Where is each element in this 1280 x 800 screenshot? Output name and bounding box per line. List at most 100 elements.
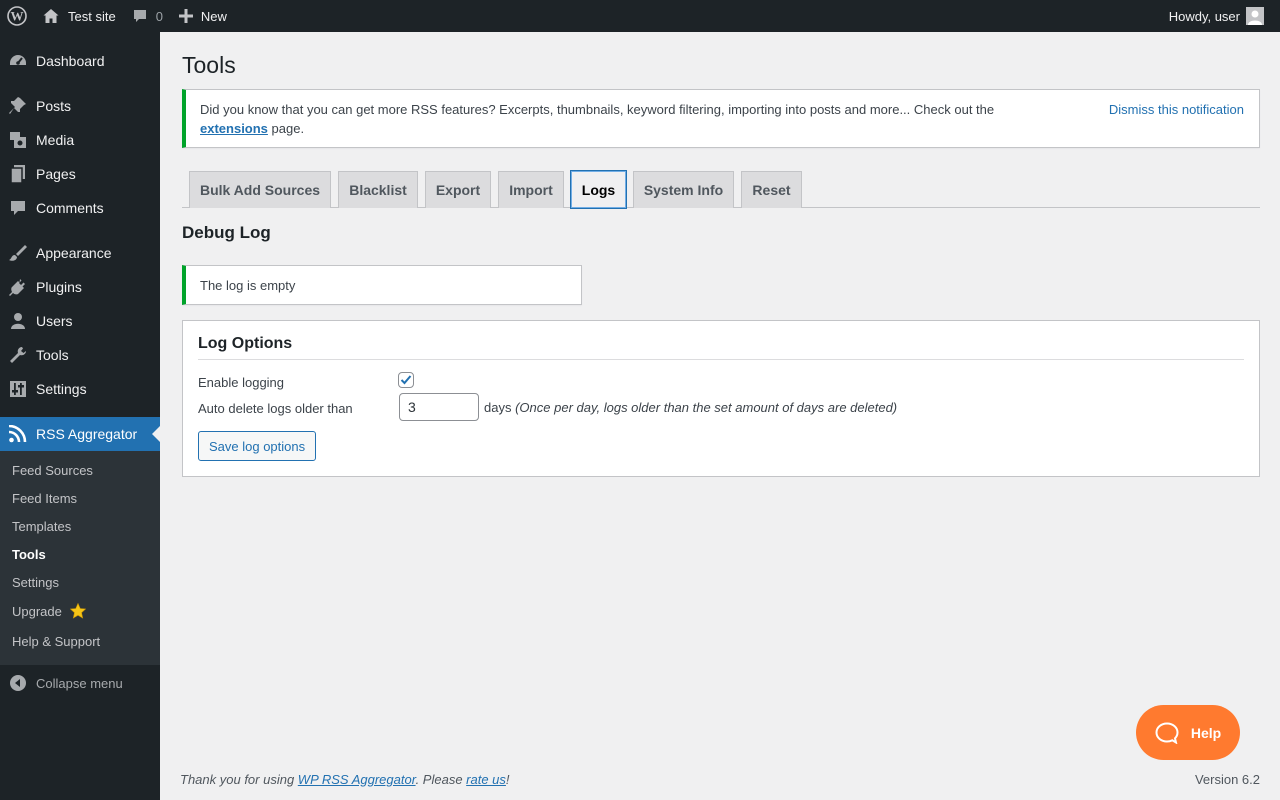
submenu-item-upgrade[interactable]: Upgrade [12,603,86,619]
sidebar-item-label: Plugins [36,279,82,295]
pin-icon [8,97,28,115]
plus-icon [178,9,193,23]
promo-message: Did you know that you can get more RSS f… [200,100,1020,138]
wordpress-logo-icon: W [7,6,27,26]
sidebar-item-label: Users [36,313,73,329]
submenu-item-label: Settings [12,575,59,590]
site-name-link[interactable]: Test site [34,0,124,32]
help-label: Help [1190,724,1222,741]
collapse-arrow-icon [9,674,27,695]
admin-sidebar: Dashboard Posts Media Pages Comments App… [0,32,160,800]
sidebar-item-label: Tools [36,347,69,363]
divider [198,359,1244,360]
svg-text:W: W [11,9,24,24]
enable-logging-label: Enable logging [198,375,285,390]
chat-bubble-icon [1155,721,1179,744]
wp-rss-aggregator-link[interactable]: WP RSS Aggregator [298,772,416,787]
submenu-item-tools[interactable]: Tools [12,547,46,562]
user-icon [8,312,28,330]
sidebar-item-label: RSS Aggregator [36,426,138,442]
submenu-item-help-support[interactable]: Help & Support [12,634,100,649]
sidebar-item-rss-aggregator[interactable]: RSS Aggregator [0,417,160,451]
submenu-item-settings[interactable]: Settings [12,575,59,590]
auto-delete-days-input[interactable] [399,393,479,421]
rss-icon [8,425,28,443]
submenu-item-templates[interactable]: Templates [12,519,71,534]
sidebar-item-tools[interactable]: Tools [0,338,160,372]
plug-icon [8,278,28,296]
collapse-menu-button[interactable]: Collapse menu [0,669,160,697]
submenu-item-label: Templates [12,519,72,534]
tools-tab-bar: Bulk Add Sources Blacklist Export Import… [182,170,1260,209]
comment-icon [8,199,28,217]
sidebar-item-label: Comments [36,200,104,216]
sidebar-item-pages[interactable]: Pages [0,157,160,191]
tab-system-info[interactable]: System Info [633,171,734,208]
extensions-promo-notice: Did you know that you can get more RSS f… [182,89,1260,148]
dashboard-icon [8,52,28,70]
sidebar-item-media[interactable]: Media [0,123,160,157]
help-button[interactable]: Help [1136,705,1240,760]
wrench-icon [8,346,28,364]
sidebar-item-label: Settings [36,381,87,397]
sidebar-item-settings[interactable]: Settings [0,372,160,406]
main-content: Tools Did you know that you can get more… [160,32,1280,800]
log-options-panel: Log Options Enable logging Auto delete l… [182,320,1260,477]
site-name-label: Test site [68,8,116,24]
sidebar-item-users[interactable]: Users [0,304,160,338]
sidebar-item-dashboard[interactable]: Dashboard [0,44,160,78]
admin-bar: W Test site 0 New Howdy, user [0,0,1280,32]
extensions-link[interactable]: extensions [200,121,268,136]
tab-export[interactable]: Export [425,171,491,208]
new-label: New [200,8,227,24]
sidebar-item-label: Media [36,132,75,148]
avatar [1246,7,1264,25]
days-note: (Once per day, logs older than the set a… [515,400,898,415]
sidebar-item-plugins[interactable]: Plugins [0,270,160,304]
tab-import[interactable]: Import [498,171,564,208]
star-icon [69,603,86,619]
sidebar-item-posts[interactable]: Posts [0,89,160,123]
tab-bulk-add-sources[interactable]: Bulk Add Sources [189,171,331,208]
comments-link[interactable]: 0 [124,0,171,32]
wordpress-logo-button[interactable]: W [0,0,34,32]
log-options-heading: Log Options [198,335,293,352]
submenu-item-feed-items[interactable]: Feed Items [12,491,77,506]
tab-logs[interactable]: Logs [570,170,627,209]
days-unit-text: days (Once per day, logs older than the … [484,400,897,415]
debug-log-heading: Debug Log [182,223,271,242]
new-content-link[interactable]: New [171,0,235,32]
comment-icon [133,10,146,22]
footer-text: . Please [415,772,467,787]
dismiss-notification-link[interactable]: Dismiss this notification [1109,100,1244,119]
auto-delete-label: Auto delete logs older than [198,401,353,416]
submenu-item-feed-sources[interactable]: Feed Sources [12,463,93,478]
sidebar-item-comments[interactable]: Comments [0,191,160,225]
sidebar-item-label: Dashboard [36,53,105,69]
enable-logging-checkbox[interactable] [398,372,414,388]
footer-thanks: Thank you for using WP RSS Aggregator. P… [180,772,510,787]
comments-count: 0 [155,8,163,24]
rate-us-link[interactable]: rate us [466,772,506,787]
submenu-item-label: Upgrade [12,603,62,619]
submenu-item-label: Feed Sources [12,463,93,478]
sidebar-item-appearance[interactable]: Appearance [0,236,160,270]
home-icon [43,9,59,23]
log-status-notice: The log is empty [182,265,582,305]
tab-blacklist[interactable]: Blacklist [338,171,418,208]
tab-reset[interactable]: Reset [741,171,802,208]
media-icon [8,131,28,149]
settings-icon [8,380,28,398]
brush-icon [8,244,28,262]
footer-text: Thank you for using [180,772,298,787]
footer-text: ! [505,772,510,787]
current-menu-arrow [152,426,160,442]
save-log-options-button[interactable]: Save log options [198,431,317,461]
sidebar-item-label: Pages [36,166,76,182]
version-text: Version 6.2 [1194,772,1260,787]
avatar-silhouette-icon [1248,10,1262,25]
checkmark-icon [400,375,412,385]
my-account-menu[interactable]: Howdy, user [1161,0,1272,32]
submenu-item-label: Feed Items [12,491,78,506]
log-empty-message: The log is empty [200,277,296,293]
